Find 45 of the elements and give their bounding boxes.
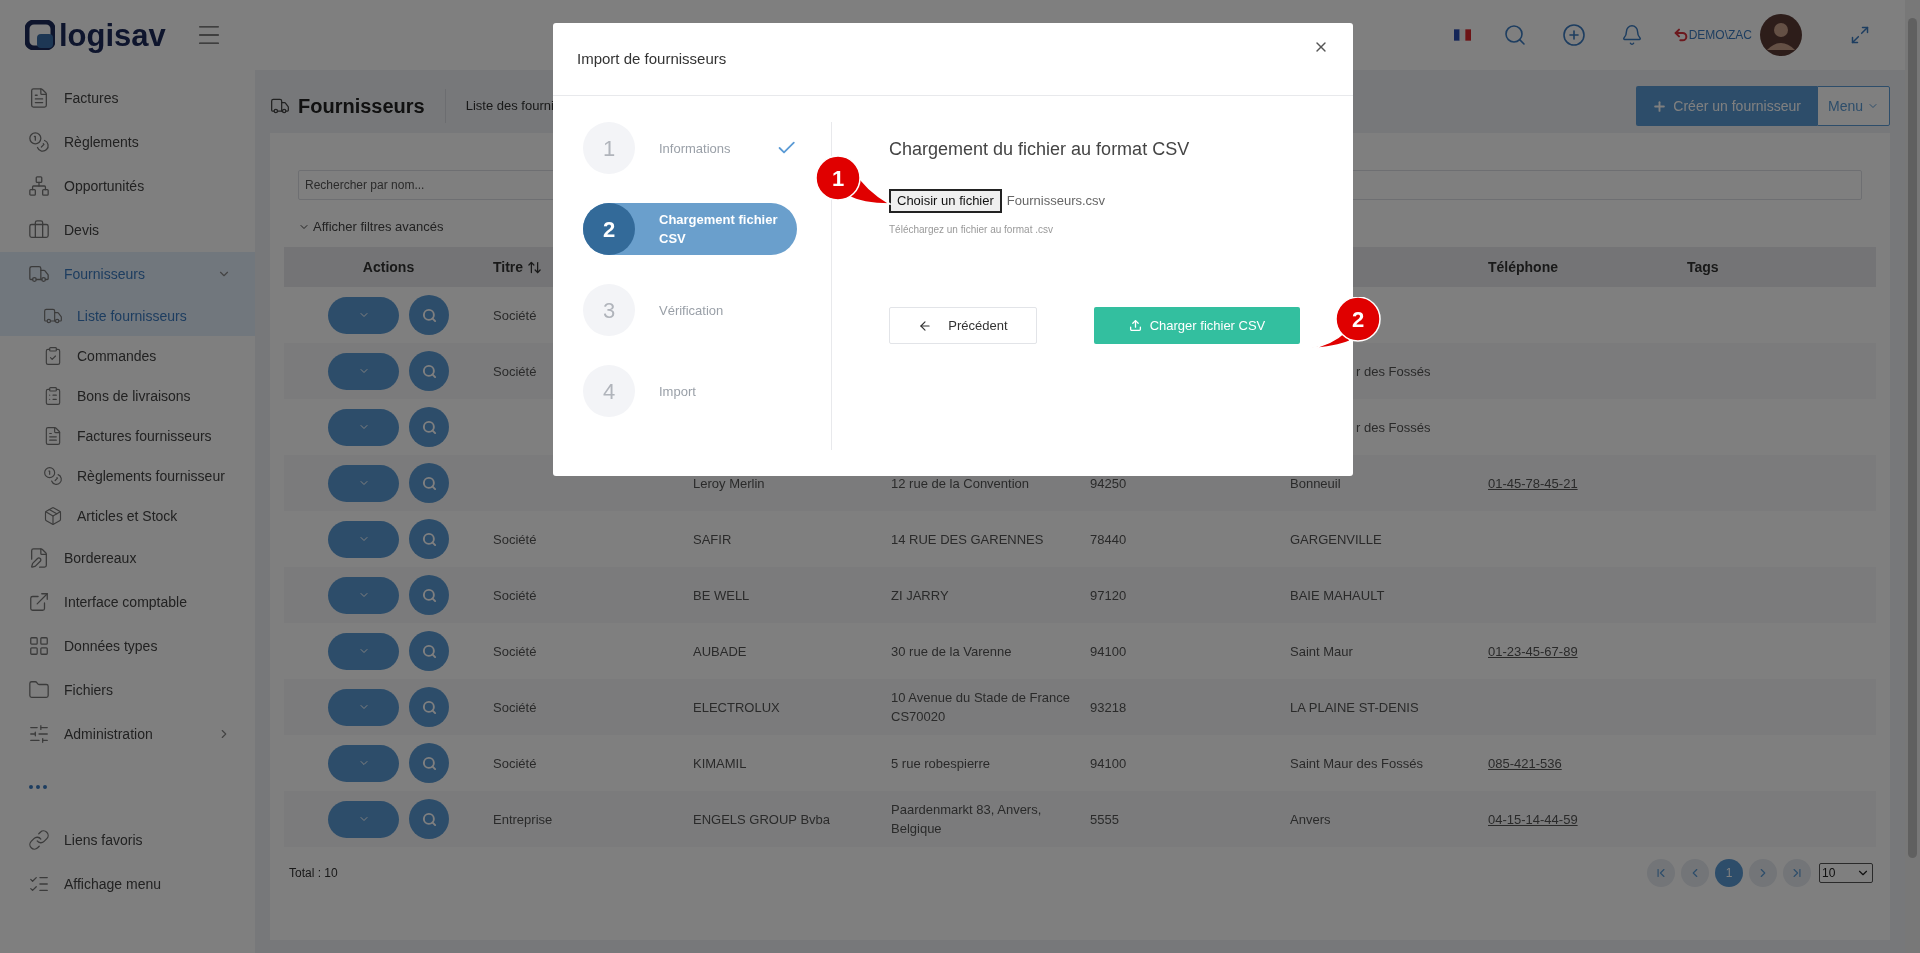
help-text: Téléchargez un fichier au format .csv xyxy=(889,223,1054,237)
table-cell-text: Anvers xyxy=(1290,810,1331,829)
page-title: Fournisseurs xyxy=(298,94,425,119)
table-cell-text: AUBADE xyxy=(693,642,747,661)
table-cell-text: 94100 xyxy=(1090,642,1127,661)
file-name: Fournisseurs.csv xyxy=(1006,192,1106,211)
logo-text: logisav xyxy=(59,19,166,51)
table-cell-text: ELECTROLUX xyxy=(693,698,780,717)
table-cell-text: Saint Maur des Fossés xyxy=(1290,754,1423,773)
table-cell-text: BAIE MAHAULT xyxy=(1290,586,1385,605)
total-count: Total : 10 xyxy=(289,865,338,882)
table-cell-text: Société xyxy=(493,754,537,773)
table-cell-text: Société xyxy=(493,698,537,717)
dialog-title: Import de fournisseurs xyxy=(577,48,727,69)
table-cell-text: Bonneuil xyxy=(1290,474,1341,493)
table-cell-text: 14 RUE DES GARENNES xyxy=(891,530,1044,549)
table-cell-text: Paardenmarkt 83, Anvers, Belgique xyxy=(891,801,1043,838)
table-cell-text: 10 Avenue du Stade de France CS70020 xyxy=(891,689,1071,726)
table-cell-text: 5555 xyxy=(1090,810,1119,829)
table-cell-text: SAFIR xyxy=(693,530,732,549)
table-cell-text: 94250 xyxy=(1090,474,1127,493)
table-cell-text: ZI JARRY xyxy=(891,586,949,605)
table-cell-text: GARGENVILLE xyxy=(1290,530,1382,549)
table-cell-text: 93218 xyxy=(1090,698,1127,717)
table-cell-text: Société xyxy=(493,530,537,549)
table-cell-text: 30 rue de la Varenne xyxy=(891,642,1012,661)
table-cell-text: KIMAMIL xyxy=(693,754,747,773)
table-cell-text: Leroy Merlin xyxy=(693,474,765,493)
table-cell-text: 5 rue robespierre xyxy=(891,754,990,773)
table-cell-text: 12 rue de la Convention xyxy=(891,474,1030,493)
table-cell-text: Société xyxy=(493,642,537,661)
table-cell-text: Entreprise xyxy=(493,810,553,829)
table-cell-text: 94100 xyxy=(1090,754,1127,773)
table-cell-text: Société xyxy=(493,586,537,605)
table-cell-text: r des Fossés xyxy=(1356,362,1431,381)
table-cell-text: Société xyxy=(493,306,537,325)
table-cell-text: Société xyxy=(493,362,537,381)
table-cell-text: r des Fossés xyxy=(1356,418,1431,437)
table-cell-text: 97120 xyxy=(1090,586,1127,605)
table-cell-text: 78440 xyxy=(1090,530,1127,549)
section-heading: Chargement du fichier au format CSV xyxy=(889,138,1191,161)
table-cell-text: LA PLAINE ST-DENIS xyxy=(1290,698,1419,717)
table-cell-text: ENGELS GROUP Bvba xyxy=(693,810,831,829)
table-cell-text: Saint Maur xyxy=(1290,642,1353,661)
table-cell-text: BE WELL xyxy=(693,586,750,605)
